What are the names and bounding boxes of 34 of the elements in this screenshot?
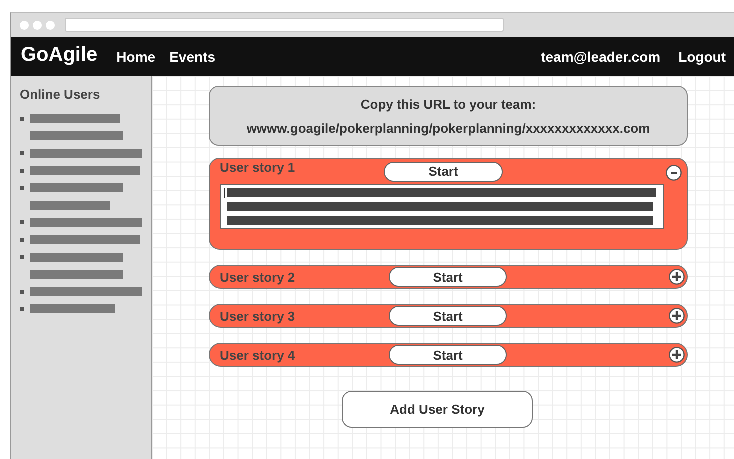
story-title: User story 2 — [220, 270, 296, 284]
expand-icon[interactable] — [669, 308, 685, 324]
bullet-icon — [20, 116, 24, 121]
start-button[interactable]: Start — [389, 306, 507, 326]
window-dot-icon — [46, 20, 55, 30]
bullet-icon — [20, 151, 24, 156]
sidebar-title: Online Users — [20, 87, 102, 102]
user-email: team@leader.com — [541, 48, 661, 64]
window-dot-icon — [33, 20, 42, 30]
start-button[interactable]: Start — [389, 345, 507, 365]
collapse-icon[interactable] — [666, 165, 682, 181]
bullet-icon — [20, 220, 24, 224]
share-heading: Copy this URL to your team: — [360, 96, 536, 112]
nav-link[interactable]: Home — [116, 48, 156, 64]
logout-link[interactable]: Logout — [678, 48, 726, 64]
bullet-icon — [20, 238, 24, 242]
story-title: User story 4 — [220, 348, 296, 362]
bullet-icon — [20, 168, 24, 173]
story-title: User story 1 — [220, 160, 296, 174]
bullet-icon — [20, 306, 24, 311]
story-text-area[interactable] — [220, 184, 664, 229]
story-title: User story 3 — [220, 308, 296, 324]
nav-link[interactable]: Events — [170, 48, 216, 64]
bullet-icon — [20, 255, 24, 260]
start-button[interactable]: Start — [389, 267, 507, 287]
start-button[interactable]: Start — [384, 162, 503, 182]
window-dot-icon — [20, 20, 29, 30]
logo[interactable]: GoAgile — [21, 44, 98, 70]
share-url: wwww.goagile/pokerplanning/pokerplanning/xxxxxxxxxxxxx.com — [246, 120, 650, 136]
expand-icon[interactable] — [669, 347, 685, 363]
expand-icon[interactable] — [669, 269, 685, 285]
add-story-button[interactable]: Add User Story — [342, 391, 533, 428]
bullet-icon — [20, 290, 24, 294]
bullet-icon — [20, 186, 24, 190]
